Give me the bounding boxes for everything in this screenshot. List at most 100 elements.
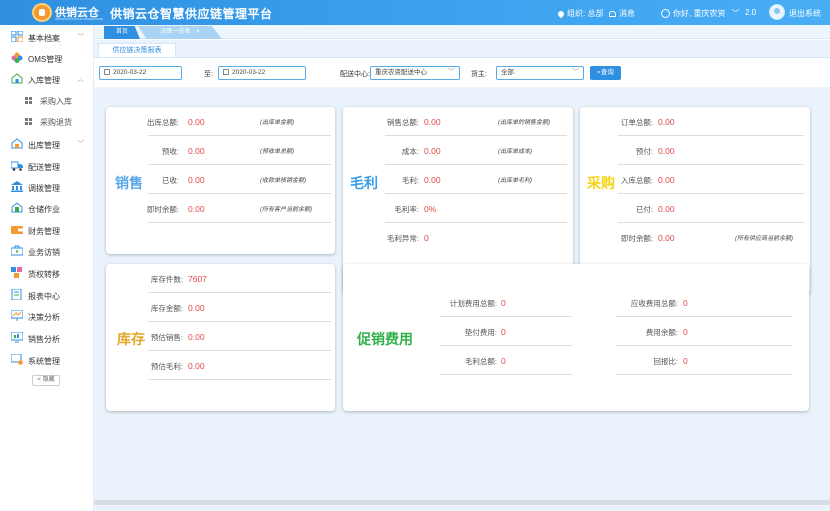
- sidebar-item-delivery[interactable]: 配送管理: [0, 156, 94, 176]
- monitor-icon: [11, 332, 23, 343]
- row-value: 0.00: [658, 146, 675, 156]
- promo-row: 计划费用总额: 0: [440, 288, 572, 317]
- row-label: 已收:: [161, 176, 179, 185]
- row-value: 0: [501, 298, 506, 308]
- row-note: (所有供应商当前余额): [735, 236, 793, 242]
- owner-select[interactable]: 全部 ﹀: [496, 66, 584, 80]
- center-select-value: 重庆农资配送中心: [375, 69, 427, 76]
- sidebar-subitem-label: 采购退货: [40, 118, 72, 127]
- owner-select-value: 全部: [501, 69, 514, 76]
- logout-avatar-icon[interactable]: [769, 4, 785, 20]
- sidebar-item-ownership-transfer[interactable]: 货权转移: [0, 263, 94, 283]
- gross-row: 毛利异常: 0: [385, 223, 567, 252]
- promo-row: 费用余额: 0: [616, 317, 792, 346]
- chevron-down-icon: ﹀: [77, 141, 84, 148]
- logout-button[interactable]: 退出系统: [789, 8, 821, 19]
- sidebar-item-system[interactable]: 系统管理: [0, 350, 94, 370]
- sidebar-item-outbound[interactable]: 出库管理 ﹀: [0, 134, 94, 154]
- app-title: 供销云仓智慧供应链管理平台: [110, 7, 273, 21]
- sidebar-item-storage-ops[interactable]: 仓储作业: [0, 198, 94, 218]
- top-header: 供销云仓 GONGXIAO CLOUD WAREHOUSE 供销云仓智慧供应链管…: [0, 0, 830, 25]
- chevron-down-icon: ﹀: [572, 69, 579, 76]
- sidebar-item-basic-archive[interactable]: 基本档案 ﹀: [0, 27, 94, 47]
- row-value: 0.00: [658, 233, 675, 243]
- subtab-decision-report[interactable]: 供应链决策报表: [98, 43, 176, 57]
- sidebar-item-label: 报表中心: [28, 292, 60, 301]
- chevron-down-icon: ﹀: [731, 9, 740, 18]
- stock-card: 库存 库存件数: 7607 库存金额: 0.00 预估销售: 0.00 预估毛利…: [106, 264, 335, 411]
- sidebar-item-label: 入库管理: [28, 76, 60, 85]
- row-label: 预估销售:: [150, 333, 183, 342]
- logo-icon: [32, 3, 52, 22]
- filter-bar: 2020-03-22 至: 2020-03-22 配送中心: 重庆农资配送中心 …: [94, 57, 830, 87]
- user-menu[interactable]: 你好, 重庆农资 ﹀: [661, 8, 739, 19]
- row-label: 库存金额:: [150, 304, 183, 313]
- gross-row: 销售总额: 0.00 (出库单的销售金额): [385, 107, 567, 136]
- row-note: (出库单成本): [498, 149, 532, 155]
- blocks-icon: [11, 267, 22, 278]
- sidebar-item-label: 系统管理: [28, 357, 60, 366]
- row-note: (出库单的销售金额): [498, 120, 550, 126]
- date-to-field[interactable]: 2020-03-22: [218, 66, 306, 80]
- row-label: 回报比:: [653, 357, 678, 366]
- sidebar-item-visit-sales[interactable]: 业务访销: [0, 241, 94, 261]
- row-label: 订单总额:: [620, 118, 653, 127]
- stock-row: 库存件数: 7607: [148, 264, 331, 293]
- purchase-card-title: 采购: [587, 175, 615, 191]
- tab-decision-overview[interactable]: 决策一览表 ×: [138, 26, 222, 39]
- row-value: 0%: [424, 204, 437, 214]
- close-icon[interactable]: ×: [196, 29, 200, 35]
- sidebar-item-finance[interactable]: 财务管理: [0, 220, 94, 240]
- messages-label: 消息: [619, 9, 635, 18]
- owner-label: 货主:: [471, 71, 487, 78]
- user-greeting: 你好, 重庆农资: [673, 9, 726, 18]
- promo-row: 应收费用总额: 0: [616, 288, 792, 317]
- calendar-icon: [223, 69, 229, 75]
- promo-cost-card: 促销费用 计划费用总额: 0 垫付费用: 0 毛利总额: 0 应收费用总额: 0…: [343, 264, 809, 411]
- horizontal-scrollbar[interactable]: [94, 500, 830, 505]
- row-value: 0: [683, 327, 688, 337]
- sidebar-item-transfer[interactable]: 调拨管理: [0, 177, 94, 197]
- date-from-field[interactable]: 2020-03-22: [99, 66, 182, 80]
- sidebar-item-inbound[interactable]: 入库管理 ︿: [0, 69, 94, 89]
- messages-link[interactable]: 消息: [609, 8, 635, 19]
- purchase-row: 预付: 0.00: [618, 136, 804, 165]
- row-note: (收款单核销金额): [260, 178, 306, 184]
- wallet-icon: [11, 226, 23, 234]
- row-value: 0.00: [188, 175, 205, 185]
- sales-row: 已收: 0.00 (收款单核销金额): [148, 165, 331, 194]
- org-selector[interactable]: 组织: 总部: [556, 8, 603, 19]
- briefcase-icon: [11, 245, 23, 256]
- sidebar-subitem-label: 采购入库: [40, 97, 72, 106]
- sidebar-item-label: 财务管理: [28, 227, 60, 236]
- row-value: 0.00: [188, 361, 205, 371]
- chart-board-icon: [11, 310, 23, 321]
- sidebar-item-decision-analysis[interactable]: 决策分析: [0, 306, 94, 326]
- sidebar-item-label: 仓储作业: [28, 205, 60, 214]
- app-logo[interactable]: 供销云仓 GONGXIAO CLOUD WAREHOUSE: [32, 2, 103, 23]
- sidebar-item-sales-analysis[interactable]: 销售分析: [0, 328, 94, 348]
- sidebar-item-report-center[interactable]: 报表中心: [0, 285, 94, 305]
- sidebar-collapse-button[interactable]: < 隐藏: [32, 375, 60, 386]
- sidebar-item-label: 货权转移: [28, 270, 60, 279]
- row-note: (所有客户当前余额): [260, 207, 312, 213]
- row-label: 预估毛利:: [150, 362, 183, 371]
- row-value: 0.00: [658, 117, 675, 127]
- query-button[interactable]: ⌕查询: [590, 66, 621, 80]
- home-storage-icon: [11, 202, 23, 213]
- sidebar-item-oms[interactable]: OMS管理: [0, 48, 94, 68]
- purchase-row: 订单总额: 0.00: [618, 107, 804, 136]
- row-value: 0.00: [658, 204, 675, 214]
- center-select[interactable]: 重庆农资配送中心 ﹀: [370, 66, 460, 80]
- stock-card-title: 库存: [117, 331, 145, 347]
- row-note: (出库单金额): [260, 120, 294, 126]
- tab-home[interactable]: 首页: [104, 26, 140, 39]
- sidebar-subitem-purchase-inbound[interactable]: 采购入库: [0, 91, 94, 109]
- row-label: 即时余额:: [146, 205, 179, 214]
- chevron-up-icon: ︿: [77, 76, 84, 83]
- settings-screen-icon: [11, 354, 23, 365]
- row-value: 0.00: [188, 332, 205, 342]
- sidebar-subitem-purchase-return[interactable]: 采购退货: [0, 112, 94, 130]
- gross-card-title: 毛利: [350, 175, 378, 191]
- query-label: 查询: [600, 69, 614, 76]
